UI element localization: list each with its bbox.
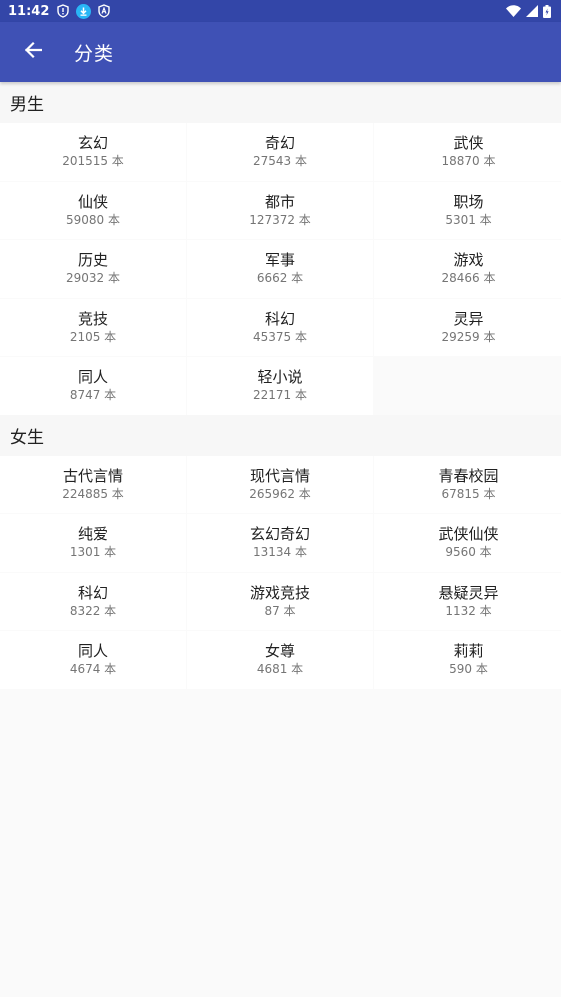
category-item[interactable]: 莉莉 590 本 (374, 631, 561, 689)
category-item[interactable]: 灵异 29259 本 (374, 298, 561, 356)
category-name: 武侠 (453, 134, 484, 153)
section-header-female: 女生 (0, 414, 561, 456)
category-item[interactable]: 悬疑灵异 1132 本 (374, 572, 561, 630)
category-count: 59080 本 (66, 212, 120, 227)
content: 男生 玄幻 201515 本 奇幻 27543 本 武侠 18870 本 仙侠 … (0, 82, 561, 689)
category-count: 27543 本 (253, 154, 307, 169)
category-name: 仙侠 (77, 192, 108, 211)
category-item[interactable]: 同人 8747 本 (0, 357, 186, 415)
category-name: 游戏竞技 (249, 583, 310, 602)
category-item[interactable]: 青春校园 67815 本 (374, 455, 561, 513)
category-item[interactable]: 科幻 8322 本 (0, 572, 186, 630)
category-name: 科幻 (264, 309, 295, 328)
category-item[interactable]: 游戏 28466 本 (374, 240, 561, 298)
status-icons-right (506, 4, 551, 18)
category-item[interactable]: 武侠 18870 本 (374, 123, 561, 181)
category-item[interactable]: 历史 29032 本 (0, 240, 186, 298)
battery-icon (543, 4, 551, 18)
category-item[interactable]: 军事 6662 本 (187, 240, 373, 298)
category-count: 1301 本 (69, 545, 117, 560)
category-count: 201515 本 (62, 154, 124, 169)
category-name: 武侠仙侠 (438, 525, 499, 544)
category-item[interactable]: 女尊 4681 本 (187, 631, 373, 689)
category-count: 13134 本 (253, 545, 307, 560)
category-item[interactable]: 轻小说 22171 本 (187, 357, 373, 415)
category-name: 奇幻 (264, 134, 295, 153)
wifi-icon (506, 5, 521, 17)
category-name: 玄幻奇幻 (249, 525, 310, 544)
category-count: 224885 本 (62, 486, 124, 501)
category-item[interactable]: 玄幻 201515 本 (0, 123, 186, 181)
category-count: 2105 本 (69, 329, 117, 344)
category-item[interactable]: 职场 5301 本 (374, 181, 561, 239)
category-item[interactable]: 玄幻奇幻 13134 本 (187, 514, 373, 572)
shield-alert-icon (57, 4, 70, 18)
category-count: 67815 本 (441, 486, 496, 501)
category-name: 玄幻 (77, 134, 108, 153)
category-count: 29032 本 (66, 271, 120, 286)
category-name: 科幻 (77, 583, 108, 602)
category-name: 历史 (77, 251, 108, 270)
category-count: 265962 本 (249, 486, 311, 501)
status-time: 11:42 (8, 3, 50, 19)
category-name: 游戏 (453, 251, 484, 270)
category-name: 女尊 (264, 642, 295, 661)
category-item[interactable]: 科幻 45375 本 (187, 298, 373, 356)
shield-a-icon (98, 4, 111, 18)
page-title: 分类 (74, 42, 115, 65)
category-item[interactable]: 奇幻 27543 本 (187, 123, 373, 181)
category-count: 590 本 (449, 662, 488, 677)
category-item[interactable]: 现代言情 265962 本 (187, 455, 373, 513)
category-name: 悬疑灵异 (438, 583, 499, 602)
category-count: 4681 本 (256, 662, 304, 677)
back-button[interactable] (0, 22, 66, 82)
category-name: 纯爱 (77, 525, 108, 544)
category-count: 5301 本 (445, 212, 492, 227)
category-name: 职场 (453, 192, 484, 211)
category-name: 都市 (264, 192, 295, 211)
category-count: 8322 本 (69, 603, 117, 618)
download-icon (76, 3, 92, 19)
category-count: 1132 本 (445, 603, 492, 618)
category-name: 军事 (264, 251, 295, 270)
category-count: 9560 本 (445, 545, 492, 560)
category-grid-male: 玄幻 201515 本 奇幻 27543 本 武侠 18870 本 仙侠 590… (0, 123, 561, 415)
category-count: 22171 本 (253, 388, 307, 403)
category-count: 18870 本 (441, 154, 496, 169)
arrow-left-icon (24, 41, 43, 63)
status-icons-left (57, 3, 111, 19)
category-count: 28466 本 (441, 271, 496, 286)
category-name: 莉莉 (453, 642, 484, 661)
category-item[interactable]: 竞技 2105 本 (0, 298, 186, 356)
category-name: 同人 (77, 642, 108, 661)
category-name: 同人 (77, 368, 108, 387)
category-count: 127372 本 (249, 212, 311, 227)
category-item[interactable]: 古代言情 224885 本 (0, 455, 186, 513)
category-count: 87 本 (264, 603, 296, 618)
category-item[interactable]: 纯爱 1301 本 (0, 514, 186, 572)
category-grid-female: 古代言情 224885 本 现代言情 265962 本 青春校园 67815 本… (0, 455, 561, 689)
category-count: 45375 本 (253, 329, 307, 344)
category-item[interactable]: 都市 127372 本 (187, 181, 373, 239)
category-name: 现代言情 (249, 466, 310, 485)
section-header-male: 男生 (0, 82, 561, 123)
category-item[interactable]: 仙侠 59080 本 (0, 181, 186, 239)
category-count: 6662 本 (256, 271, 304, 286)
category-name: 灵异 (453, 309, 484, 328)
category-name: 竞技 (77, 309, 108, 328)
category-item[interactable]: 武侠仙侠 9560 本 (374, 514, 561, 572)
signal-icon (526, 5, 538, 17)
category-name: 古代言情 (62, 466, 123, 485)
category-count: 29259 本 (441, 329, 496, 344)
category-name: 轻小说 (257, 368, 303, 387)
category-count: 4674 本 (69, 662, 117, 677)
app-bar: 分类 (0, 22, 561, 82)
status-bar: 11:42 (0, 0, 561, 22)
category-count: 8747 本 (69, 388, 117, 403)
category-item[interactable]: 同人 4674 本 (0, 631, 186, 689)
category-item[interactable]: 游戏竞技 87 本 (187, 572, 373, 630)
category-name: 青春校园 (438, 466, 499, 485)
